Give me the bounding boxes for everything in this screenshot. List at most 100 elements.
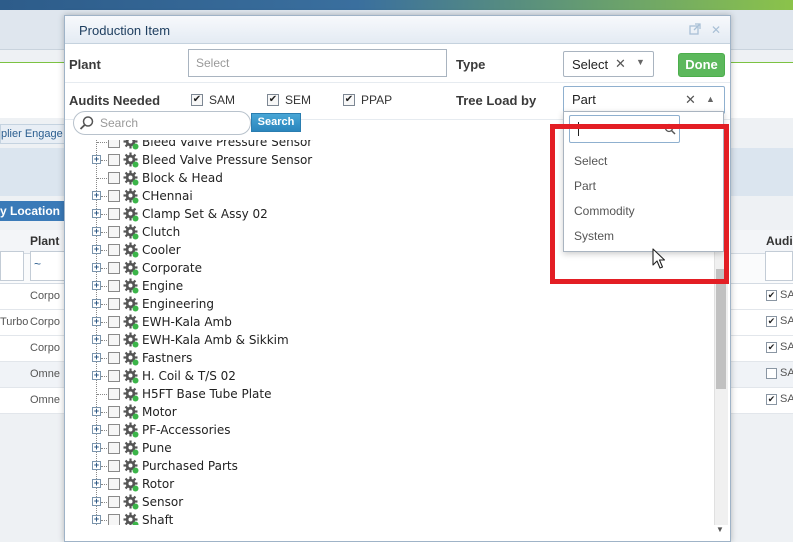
checkbox-icon[interactable]: ✔ — [267, 94, 279, 106]
tree-node-label[interactable]: Bleed Valve Pressure Sensor — [142, 153, 312, 167]
expand-icon[interactable]: + — [92, 281, 101, 290]
tree-node-checkbox[interactable] — [108, 208, 120, 220]
tree-node-checkbox[interactable] — [108, 226, 120, 238]
checkbox-icon[interactable]: ✔ — [766, 341, 777, 353]
audit-column-header[interactable]: Audi — [766, 234, 793, 248]
tree-node-label[interactable]: EWH-Kala Amb & Sikkim — [142, 333, 289, 347]
tree-node-label[interactable]: Shaft — [142, 513, 173, 525]
expand-icon[interactable]: + — [92, 209, 101, 218]
filter-input[interactable] — [0, 251, 24, 281]
tree-node-checkbox[interactable] — [108, 370, 120, 382]
tree-node[interactable]: + Motor — [65, 403, 705, 421]
done-button[interactable]: Done — [678, 53, 725, 77]
tree-node-label[interactable]: Engineering — [142, 297, 214, 311]
expand-icon[interactable]: + — [92, 317, 101, 326]
expand-icon[interactable]: + — [92, 335, 101, 344]
type-select[interactable]: Select ✕ ▼ — [563, 51, 654, 77]
tree-node-label[interactable]: Fastners — [142, 351, 192, 365]
expand-icon[interactable]: + — [92, 425, 101, 434]
tree-node-checkbox[interactable] — [108, 154, 120, 166]
tree-node-checkbox[interactable] — [108, 352, 120, 364]
tree-node-checkbox[interactable] — [108, 442, 120, 454]
chevron-down-icon[interactable]: ▼ — [636, 57, 645, 67]
clear-icon[interactable]: ✕ — [615, 56, 626, 72]
checkbox-icon[interactable]: ✔ — [766, 289, 777, 301]
scrollbar-thumb[interactable] — [716, 269, 726, 389]
tree-node-label[interactable]: Clamp Set & Assy 02 — [142, 207, 268, 221]
tree-node-checkbox[interactable] — [108, 478, 120, 490]
tree-node-label[interactable]: H5FT Base Tube Plate — [142, 387, 271, 401]
expand-icon[interactable]: + — [92, 443, 101, 452]
tree-node-label[interactable]: Engine — [142, 279, 183, 293]
tree-node-checkbox[interactable] — [108, 514, 120, 525]
tree-node-label[interactable]: H. Coil & T/S 02 — [142, 369, 236, 383]
expand-icon[interactable]: + — [92, 227, 101, 236]
tree-node-checkbox[interactable] — [108, 496, 120, 508]
tree-node-checkbox[interactable] — [108, 280, 120, 292]
checkbox-icon[interactable]: ✔ — [343, 94, 355, 106]
tree-node-checkbox[interactable] — [108, 388, 120, 400]
tree-node-checkbox[interactable] — [108, 172, 120, 184]
tree-node[interactable]: + PF-Accessories — [65, 421, 705, 439]
expand-icon[interactable]: + — [92, 245, 101, 254]
tree-node-checkbox[interactable] — [108, 406, 120, 418]
tree-node-label[interactable]: Cooler — [142, 243, 181, 257]
tree-node-checkbox[interactable] — [108, 316, 120, 328]
expand-icon[interactable]: + — [92, 515, 101, 524]
checkbox-icon[interactable]: ✔ — [766, 315, 777, 327]
tree-node-label[interactable]: Purchased Parts — [142, 459, 238, 473]
expand-icon[interactable]: + — [92, 353, 101, 362]
tree-node-checkbox[interactable] — [108, 424, 120, 436]
tree-node-label[interactable]: Rotor — [142, 477, 174, 491]
tree-node-checkbox[interactable] — [108, 334, 120, 346]
tree-node[interactable]: + Purchased Parts — [65, 457, 705, 475]
tree-node[interactable]: + EWH-Kala Amb & Sikkim — [65, 331, 705, 349]
tree-node-label[interactable]: PF-Accessories — [142, 423, 231, 437]
popout-icon[interactable] — [688, 23, 702, 37]
checkbox-icon[interactable]: ✔ — [191, 94, 203, 106]
tree-node-checkbox[interactable] — [108, 460, 120, 472]
tree-node-checkbox[interactable] — [108, 190, 120, 202]
tree-node-label[interactable]: Sensor — [142, 495, 183, 509]
checkbox-icon[interactable]: ✔ — [766, 393, 777, 405]
tree-node[interactable]: + EWH-Kala Amb — [65, 313, 705, 331]
tree-node-label[interactable]: Pune — [142, 441, 172, 455]
tree-node[interactable]: + Fastners — [65, 349, 705, 367]
tree-search-button[interactable]: Search — [251, 113, 301, 132]
expand-icon[interactable]: + — [92, 299, 101, 308]
tree-node[interactable]: + Sensor — [65, 493, 705, 511]
tree-node-label[interactable]: EWH-Kala Amb — [142, 315, 232, 329]
tree-node[interactable]: + Shaft — [65, 511, 705, 525]
tree-node[interactable]: H5FT Base Tube Plate — [65, 385, 705, 403]
plant-column-header[interactable]: Plant — [30, 234, 59, 248]
tree-node-label[interactable]: CHennai — [142, 189, 193, 203]
plant-select[interactable]: Select — [188, 49, 447, 77]
chevron-up-icon[interactable]: ▲ — [706, 94, 715, 104]
plant-filter-input[interactable]: ~ — [30, 251, 66, 281]
tree-search-input[interactable]: Search — [73, 111, 251, 135]
checkbox-icon[interactable] — [766, 367, 777, 379]
expand-icon[interactable]: + — [92, 407, 101, 416]
tree-node-checkbox[interactable] — [108, 298, 120, 310]
expand-icon[interactable]: + — [92, 155, 101, 164]
expand-icon[interactable]: + — [92, 371, 101, 380]
expand-icon[interactable]: + — [92, 191, 101, 200]
expand-icon[interactable]: + — [92, 263, 101, 272]
tree-node-label[interactable]: Clutch — [142, 225, 180, 239]
expand-icon[interactable]: + — [92, 497, 101, 506]
tree-node-label[interactable]: Corporate — [142, 261, 202, 275]
tree-node-checkbox[interactable] — [108, 140, 120, 148]
by-location-tab[interactable]: y Location — [0, 201, 64, 221]
tree-node-label[interactable]: Block & Head — [142, 171, 223, 185]
tree-node[interactable]: + Pune — [65, 439, 705, 457]
expand-icon[interactable]: + — [92, 479, 101, 488]
tree-node-checkbox[interactable] — [108, 262, 120, 274]
tree-load-select[interactable]: Part ✕ ▲ — [563, 86, 725, 114]
supplier-engagement-tab[interactable]: plier Engage — [0, 124, 66, 144]
audit-filter-input[interactable] — [765, 251, 793, 281]
clear-icon[interactable]: ✕ — [685, 92, 696, 108]
tree-node[interactable]: + Rotor — [65, 475, 705, 493]
sam-checkbox[interactable]: ✔ SAM — [191, 93, 235, 107]
tree-node[interactable]: + H. Coil & T/S 02 — [65, 367, 705, 385]
tree-node-label[interactable]: Bleed Valve Pressure Sensor — [142, 140, 312, 149]
